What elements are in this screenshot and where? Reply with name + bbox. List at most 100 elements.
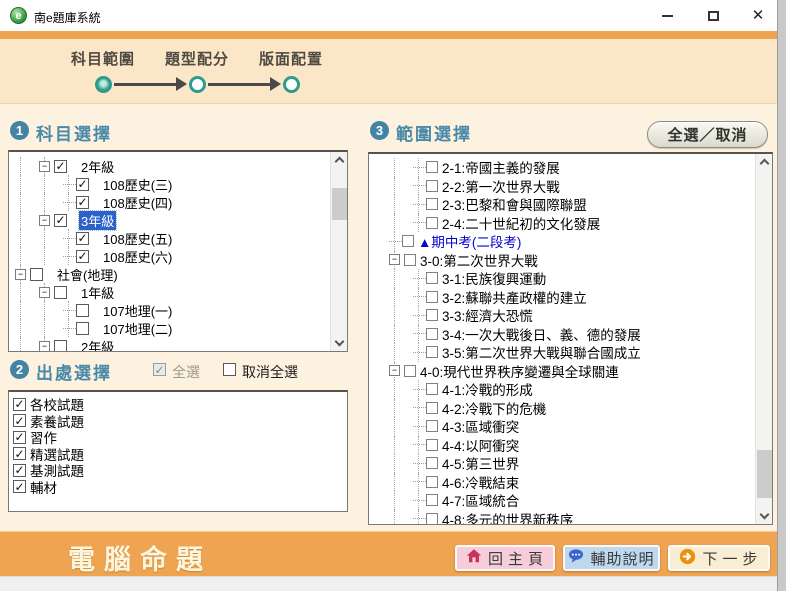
expand-toggle-icon[interactable]: − <box>389 254 400 265</box>
scroll-up-icon[interactable] <box>760 159 770 169</box>
expand-toggle-icon[interactable]: − <box>39 287 50 298</box>
tree-node-label[interactable]: 3-2:蘇聯共產政權的建立 <box>440 287 589 307</box>
scroll-up-icon[interactable] <box>335 157 345 167</box>
expand-toggle-icon[interactable]: − <box>39 341 50 352</box>
checkbox[interactable] <box>426 402 438 414</box>
checkbox[interactable]: ✓ <box>13 447 26 460</box>
tree-node-label[interactable]: 3-4:一次大戰後日、義、德的發展 <box>440 324 643 344</box>
checkbox[interactable] <box>426 346 438 358</box>
source-item-label[interactable]: 輔材 <box>30 477 57 497</box>
expand-toggle-icon[interactable]: − <box>39 161 50 172</box>
expand-toggle-icon[interactable]: − <box>389 365 400 376</box>
checkbox[interactable]: ✓ <box>13 464 26 477</box>
tree-node-label[interactable]: 108歷史(六) <box>101 247 174 266</box>
minimize-button[interactable] <box>652 5 682 26</box>
checkbox[interactable]: ✓ <box>13 398 26 411</box>
subject-tree-scrollbar[interactable] <box>330 152 347 351</box>
tree-node-label[interactable]: 3年級 <box>79 211 116 230</box>
checkbox[interactable] <box>426 217 438 229</box>
tree-node-label[interactable]: 4-7:區域統合 <box>440 490 521 510</box>
checkbox[interactable] <box>404 254 416 266</box>
checkbox[interactable] <box>426 494 438 506</box>
next-step-button[interactable]: 下一步 <box>668 545 770 571</box>
step-indicator: 科目範圍 題型配分 版面配置 <box>0 39 777 104</box>
tree-node-label[interactable]: 2-2:第一次世界大戰 <box>440 176 562 196</box>
scope-panel-title: 範圍選擇 <box>396 120 472 145</box>
checkbox[interactable] <box>426 420 438 432</box>
checkbox[interactable]: ✓ <box>13 414 26 427</box>
tree-node-label[interactable]: 社會(地理) <box>55 265 120 284</box>
tree-node-label[interactable]: 4-4:以阿衝突 <box>440 435 521 455</box>
tree-node-label[interactable]: 2-3:巴黎和會與國際聯盟 <box>440 194 589 214</box>
tree-connector <box>413 426 426 427</box>
tree-node-label[interactable]: ▲期中考(二段考) <box>416 231 523 251</box>
checkbox[interactable] <box>426 457 438 469</box>
checkbox[interactable] <box>426 180 438 192</box>
checkbox[interactable] <box>76 304 89 317</box>
checkbox[interactable]: ✓ <box>76 178 89 191</box>
tree-node-label[interactable]: 108歷史(五) <box>101 229 174 248</box>
tree-node-label[interactable]: 1年級 <box>79 283 116 302</box>
checkbox[interactable]: ✓ <box>13 480 26 493</box>
step-arrowhead-icon <box>270 77 281 91</box>
checkbox[interactable]: ✓ <box>76 250 89 263</box>
tree-node-label[interactable]: 2年級 <box>79 337 116 353</box>
tree-guide-line <box>44 193 45 211</box>
checkbox[interactable] <box>426 309 438 321</box>
tree-node-label[interactable]: 107地理(二) <box>101 319 174 338</box>
scrollbar-thumb[interactable] <box>757 450 772 498</box>
tree-node-label[interactable]: 107地理(一) <box>101 301 174 320</box>
home-button[interactable]: 回主頁 <box>455 545 555 571</box>
tree-node-label[interactable]: 4-5:第三世界 <box>440 453 521 473</box>
maximize-button[interactable] <box>698 5 728 26</box>
checkbox[interactable] <box>426 383 438 395</box>
tree-node-label[interactable]: 3-1:民族復興運動 <box>440 268 548 288</box>
checkbox[interactable] <box>76 322 89 335</box>
tree-node-label[interactable]: 108歷史(三) <box>101 175 174 194</box>
tree-node-label[interactable]: 4-8:多元的世界新秩序 <box>440 509 575 525</box>
help-button[interactable]: 輔助說明 <box>563 545 660 571</box>
scope-tree-scrollbar[interactable] <box>755 154 772 524</box>
tree-guide-line <box>418 214 419 233</box>
tree-node-label[interactable]: 2-4:二十世紀初的文化發展 <box>440 213 602 233</box>
checkbox[interactable] <box>426 161 438 173</box>
checkbox[interactable] <box>30 268 43 281</box>
scrollbar-thumb[interactable] <box>332 188 347 220</box>
checkbox[interactable] <box>54 286 67 299</box>
tree-node-label[interactable]: 4-3:區域衝突 <box>440 416 521 436</box>
step-circle-3 <box>283 76 300 93</box>
select-all-checkbox[interactable]: ✓ <box>153 363 166 376</box>
tree-node-label[interactable]: 108歷史(四) <box>101 193 174 212</box>
tree-node-label[interactable]: 3-5:第二次世界大戰與聯合國成立 <box>440 342 643 362</box>
checkbox[interactable]: ✓ <box>76 232 89 245</box>
checkbox[interactable] <box>426 328 438 340</box>
checkbox[interactable] <box>426 439 438 451</box>
checkbox[interactable]: ✓ <box>54 160 67 173</box>
checkbox[interactable] <box>54 340 67 353</box>
checkbox[interactable] <box>426 476 438 488</box>
checkbox[interactable] <box>426 272 438 284</box>
checkbox[interactable]: ✓ <box>76 196 89 209</box>
expand-toggle-icon[interactable]: − <box>15 269 26 280</box>
select-all-toggle-button[interactable]: 全選／取消 <box>647 121 768 148</box>
scroll-down-icon[interactable] <box>760 510 770 520</box>
close-button[interactable]: ✕ <box>743 5 773 26</box>
checkbox[interactable]: ✓ <box>54 214 67 227</box>
deselect-all-checkbox[interactable] <box>223 363 236 376</box>
tree-node-label[interactable]: 3-0:第二次世界大戰 <box>418 250 540 270</box>
checkbox[interactable] <box>426 513 438 525</box>
checkbox[interactable] <box>426 291 438 303</box>
checkbox[interactable] <box>404 365 416 377</box>
tree-node-label[interactable]: 3-3:經濟大恐慌 <box>440 305 535 325</box>
tree-node-label[interactable]: 4-2:冷戰下的危機 <box>440 398 548 418</box>
tree-node-label[interactable]: 4-0:現代世界秩序變遷與全球關連 <box>418 361 621 381</box>
scroll-down-icon[interactable] <box>335 337 345 347</box>
tree-node-label[interactable]: 4-1:冷戰的形成 <box>440 379 535 399</box>
tree-node-label[interactable]: 2年級 <box>79 157 116 176</box>
checkbox[interactable] <box>426 198 438 210</box>
tree-node-label[interactable]: 4-6:冷戰結束 <box>440 472 521 492</box>
tree-node-label[interactable]: 2-1:帝國主義的發展 <box>440 157 562 177</box>
checkbox[interactable]: ✓ <box>13 431 26 444</box>
checkbox[interactable] <box>402 235 414 247</box>
expand-toggle-icon[interactable]: − <box>39 215 50 226</box>
